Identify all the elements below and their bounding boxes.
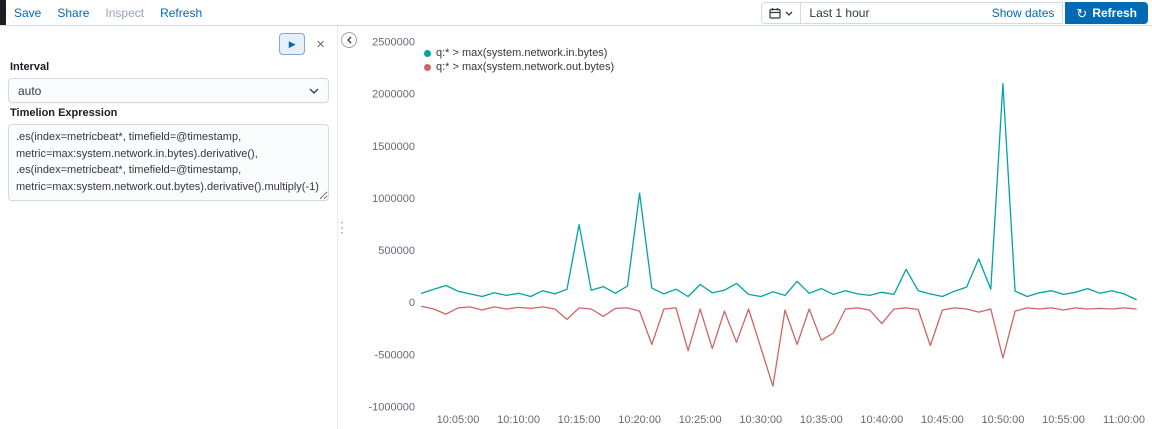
legend-item-network-in[interactable]: q:* > max(system.network.in.bytes) xyxy=(424,47,614,59)
time-range-field[interactable]: Last 1 hour Show dates xyxy=(801,2,1063,24)
svg-text:0: 0 xyxy=(409,297,415,309)
interval-value: auto xyxy=(18,84,41,98)
legend-dot-icon xyxy=(424,50,431,57)
close-panel-button[interactable]: × xyxy=(314,37,327,52)
svg-text:500000: 500000 xyxy=(378,245,415,257)
svg-text:2000000: 2000000 xyxy=(372,89,415,101)
svg-text:10:45:00: 10:45:00 xyxy=(921,414,964,426)
refresh-icon: ↻ xyxy=(1076,7,1087,20)
interval-select[interactable]: auto xyxy=(8,78,329,103)
svg-text:10:15:00: 10:15:00 xyxy=(558,414,601,426)
svg-text:10:50:00: 10:50:00 xyxy=(982,414,1025,426)
interval-label: Interval xyxy=(10,61,327,73)
svg-text:10:05:00: 10:05:00 xyxy=(437,414,480,426)
time-range-value: Last 1 hour xyxy=(809,6,869,20)
chevron-down-icon xyxy=(785,11,793,16)
svg-text:10:40:00: 10:40:00 xyxy=(860,414,903,426)
collapse-panel-button[interactable] xyxy=(341,32,357,48)
svg-text:10:35:00: 10:35:00 xyxy=(800,414,843,426)
svg-text:11:00:00: 11:00:00 xyxy=(1103,414,1145,426)
legend-label: q:* > max(system.network.in.bytes) xyxy=(436,47,607,59)
legend-label: q:* > max(system.network.out.bytes) xyxy=(436,61,614,73)
chevron-down-icon xyxy=(309,88,319,94)
run-expression-button[interactable]: ▶ xyxy=(279,33,305,55)
svg-text:-1000000: -1000000 xyxy=(369,402,416,414)
svg-text:2500000: 2500000 xyxy=(372,37,415,49)
inspect-button: Inspect xyxy=(105,6,144,20)
play-icon: ▶ xyxy=(289,39,296,50)
svg-text:10:20:00: 10:20:00 xyxy=(618,414,661,426)
chart-area: q:* > max(system.network.in.bytes) q:* >… xyxy=(339,26,1152,429)
expression-label: Timelion Expression xyxy=(10,107,327,119)
svg-text:1000000: 1000000 xyxy=(372,193,415,205)
expression-textarea[interactable]: .es(index=metricbeat*, timefield=@timest… xyxy=(8,124,329,201)
time-picker-group: Last 1 hour Show dates ↻ Refresh xyxy=(761,2,1148,24)
refresh-menu-button[interactable]: Refresh xyxy=(160,6,202,20)
nav-edge xyxy=(0,0,6,25)
timelion-editor-panel: ▶ × Interval auto Timelion Expression .e… xyxy=(0,26,338,429)
svg-text:-500000: -500000 xyxy=(375,349,415,361)
svg-text:1500000: 1500000 xyxy=(372,141,415,153)
timeseries-chart: 2500000 2000000 1500000 1000000 500000 0 -5000… xyxy=(339,26,1152,429)
close-icon: × xyxy=(316,36,325,53)
calendar-icon xyxy=(769,7,781,19)
share-button[interactable]: Share xyxy=(57,6,89,20)
legend-dot-icon xyxy=(424,64,431,71)
svg-text:10:30:00: 10:30:00 xyxy=(739,414,782,426)
panel-resize-handle[interactable]: ⋮ xyxy=(335,219,349,236)
svg-text:10:55:00: 10:55:00 xyxy=(1042,414,1085,426)
app-menu: Save Share Inspect Refresh xyxy=(14,0,202,25)
refresh-button[interactable]: ↻ Refresh xyxy=(1065,2,1148,24)
show-dates-link[interactable]: Show dates xyxy=(992,6,1055,20)
chevron-left-icon xyxy=(347,36,352,44)
refresh-button-label: Refresh xyxy=(1092,6,1137,20)
chart-legend: q:* > max(system.network.in.bytes) q:* >… xyxy=(424,47,614,73)
svg-text:10:25:00: 10:25:00 xyxy=(679,414,722,426)
panel-actions: ▶ × xyxy=(8,33,327,55)
legend-item-network-out[interactable]: q:* > max(system.network.out.bytes) xyxy=(424,61,614,73)
svg-text:10:10:00: 10:10:00 xyxy=(497,414,540,426)
date-picker-button[interactable] xyxy=(761,2,801,24)
save-button[interactable]: Save xyxy=(14,6,41,20)
top-bar: Save Share Inspect Refresh Last 1 hour S… xyxy=(0,0,1152,26)
